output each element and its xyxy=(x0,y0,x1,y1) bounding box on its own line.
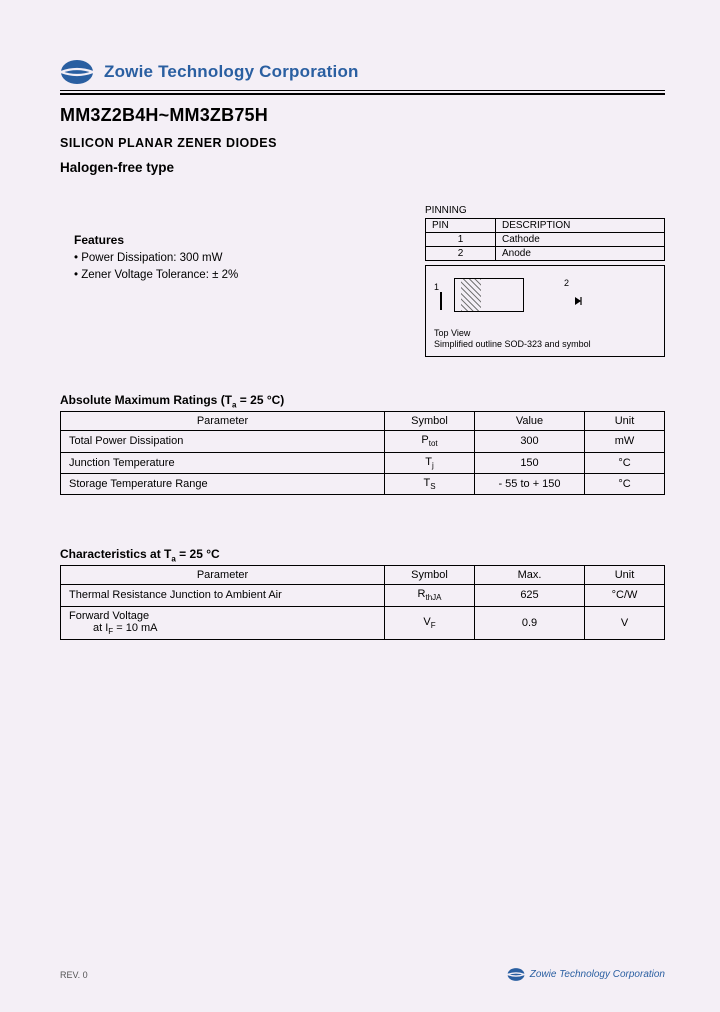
feature-item: • Zener Voltage Tolerance: ± 2% xyxy=(74,269,238,281)
lead-line xyxy=(440,292,442,310)
package-drawing: 1 2 xyxy=(434,272,656,324)
pin-header: DESCRIPTION xyxy=(496,218,665,232)
feature-item: • Power Dissipation: 300 mW xyxy=(74,252,238,264)
pinning-title: PINNING xyxy=(425,205,665,216)
package-caption: Top View Simplified outline SOD-323 and … xyxy=(434,328,656,351)
table-row: 2 Anode xyxy=(426,246,665,260)
table-row: 1 Cathode xyxy=(426,232,665,246)
footer-right: Zowie Technology Corporation xyxy=(507,967,665,982)
features-block: Features • Power Dissipation: 300 mW • Z… xyxy=(60,233,238,358)
char-table: Parameter Symbol Max. Unit Thermal Resis… xyxy=(60,565,665,639)
halogen-free: Halogen-free type xyxy=(60,160,665,175)
part-number: MM3Z2B4H~MM3ZB75H xyxy=(60,105,665,126)
revision: REV. 0 xyxy=(60,970,88,980)
mid-section: Features • Power Dissipation: 300 mW • Z… xyxy=(60,205,665,358)
char-heading: Characteristics at Ta = 25 °C xyxy=(60,547,665,563)
table-row: Junction Temperature Tj 150 °C xyxy=(61,452,665,473)
cathode-band xyxy=(461,279,481,311)
footer: REV. 0 Zowie Technology Corporation xyxy=(60,967,665,982)
product-type: SILICON PLANAR ZENER DIODES xyxy=(60,136,665,150)
pin1-label: 1 xyxy=(434,282,439,292)
divider-thick xyxy=(60,93,665,95)
diode-symbol-icon xyxy=(574,296,584,306)
package-box: 1 2 Top View Simplified outline SOD-323 … xyxy=(425,265,665,358)
company-logo-icon xyxy=(60,58,94,86)
header: Zowie Technology Corporation xyxy=(60,58,665,86)
pinning-block: PINNING PIN DESCRIPTION 1 Cathode 2 Anod… xyxy=(425,205,665,358)
footer-company: Zowie Technology Corporation xyxy=(530,969,665,980)
amr-heading: Absolute Maximum Ratings (Ta = 25 °C) xyxy=(60,393,665,409)
features-heading: Features xyxy=(74,233,238,247)
amr-table: Parameter Symbol Value Unit Total Power … xyxy=(60,411,665,495)
table-row: Total Power Dissipation Ptot 300 mW xyxy=(61,431,665,452)
company-name: Zowie Technology Corporation xyxy=(104,62,359,82)
table-row: Thermal Resistance Junction to Ambient A… xyxy=(61,585,665,606)
table-row: Forward Voltage at IF = 10 mA VF 0.9 V xyxy=(61,606,665,639)
pin-header: PIN xyxy=(426,218,496,232)
pin2-label: 2 xyxy=(564,278,569,288)
company-logo-icon xyxy=(507,967,525,982)
pinning-table: PIN DESCRIPTION 1 Cathode 2 Anode xyxy=(425,218,665,261)
sod-outline xyxy=(454,278,524,312)
divider-thin xyxy=(60,90,665,91)
table-row: Storage Temperature Range TS - 55 to + 1… xyxy=(61,473,665,494)
